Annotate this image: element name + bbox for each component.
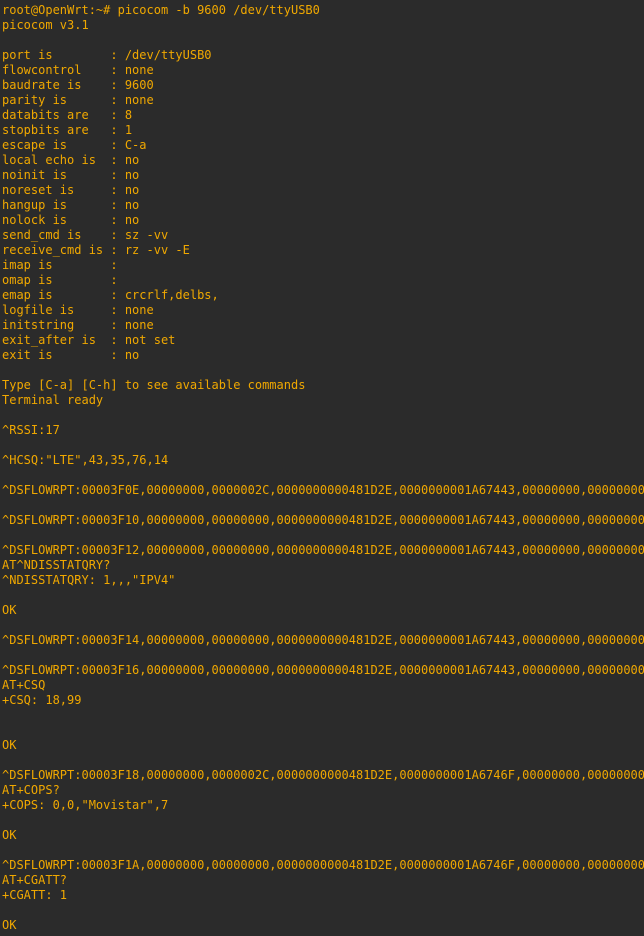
terminal-line: emap is : crcrlf,delbs,	[2, 288, 219, 302]
terminal-line: +CSQ: 18,99	[2, 693, 82, 707]
terminal-line: picocom v3.1	[2, 18, 89, 32]
terminal-line: root@OpenWrt:~# picocom -b 9600 /dev/tty…	[2, 3, 320, 17]
terminal-line: ^DSFLOWRPT:00003F1A,00000000,00000000,00…	[2, 858, 644, 872]
terminal-line: parity is : none	[2, 93, 154, 107]
terminal-line: noreset is : no	[2, 183, 140, 197]
terminal-line: ^DSFLOWRPT:00003F12,00000000,00000000,00…	[2, 543, 644, 557]
terminal-line: local echo is : no	[2, 153, 140, 167]
terminal-line: ^HCSQ:"LTE",43,35,76,14	[2, 453, 169, 467]
terminal-line: ^DSFLOWRPT:00003F16,00000000,00000000,00…	[2, 663, 644, 677]
terminal-line: OK	[2, 738, 17, 752]
terminal-line: ^DSFLOWRPT:00003F18,00000000,0000002C,00…	[2, 768, 644, 782]
terminal-window[interactable]: root@OpenWrt:~# picocom -b 9600 /dev/tty…	[0, 0, 644, 936]
terminal-line: logfile is : none	[2, 303, 154, 317]
terminal-line: imap is :	[2, 258, 118, 272]
terminal-line: databits are : 8	[2, 108, 133, 122]
terminal-line: noinit is : no	[2, 168, 140, 182]
terminal-line: +CGATT: 1	[2, 888, 68, 902]
terminal-line: Type [C-a] [C-h] to see available comman…	[2, 378, 306, 392]
terminal-line: OK	[2, 828, 17, 842]
terminal-line: hangup is : no	[2, 198, 140, 212]
terminal-line: ^DSFLOWRPT:00003F0E,00000000,0000002C,00…	[2, 483, 644, 497]
terminal-line: ^DSFLOWRPT:00003F14,00000000,00000000,00…	[2, 633, 644, 647]
terminal-line: AT+CSQ	[2, 678, 46, 692]
terminal-line: OK	[2, 918, 17, 932]
terminal-output[interactable]: root@OpenWrt:~# picocom -b 9600 /dev/tty…	[2, 3, 644, 933]
terminal-line: stopbits are : 1	[2, 123, 133, 137]
terminal-line: Terminal ready	[2, 393, 104, 407]
terminal-line: receive_cmd is : rz -vv -E	[2, 243, 190, 257]
terminal-line: port is : /dev/ttyUSB0	[2, 48, 212, 62]
terminal-line: AT+COPS?	[2, 783, 60, 797]
terminal-line: baudrate is : 9600	[2, 78, 154, 92]
terminal-line: send_cmd is : sz -vv	[2, 228, 169, 242]
terminal-line: ^RSSI:17	[2, 423, 60, 437]
terminal-line: escape is : C-a	[2, 138, 147, 152]
terminal-line: ^DSFLOWRPT:00003F10,00000000,00000000,00…	[2, 513, 644, 527]
terminal-line: flowcontrol : none	[2, 63, 154, 77]
terminal-line: initstring : none	[2, 318, 154, 332]
terminal-line: omap is :	[2, 273, 118, 287]
terminal-line: AT+CGATT?	[2, 873, 68, 887]
terminal-line: nolock is : no	[2, 213, 140, 227]
terminal-line: OK	[2, 603, 17, 617]
terminal-line: AT^NDISSTATQRY?	[2, 558, 111, 572]
terminal-line: ^NDISSTATQRY: 1,,,"IPV4"	[2, 573, 176, 587]
terminal-line: exit_after is : not set	[2, 333, 176, 347]
terminal-line: +COPS: 0,0,"Movistar",7	[2, 798, 169, 812]
terminal-line: exit is : no	[2, 348, 140, 362]
